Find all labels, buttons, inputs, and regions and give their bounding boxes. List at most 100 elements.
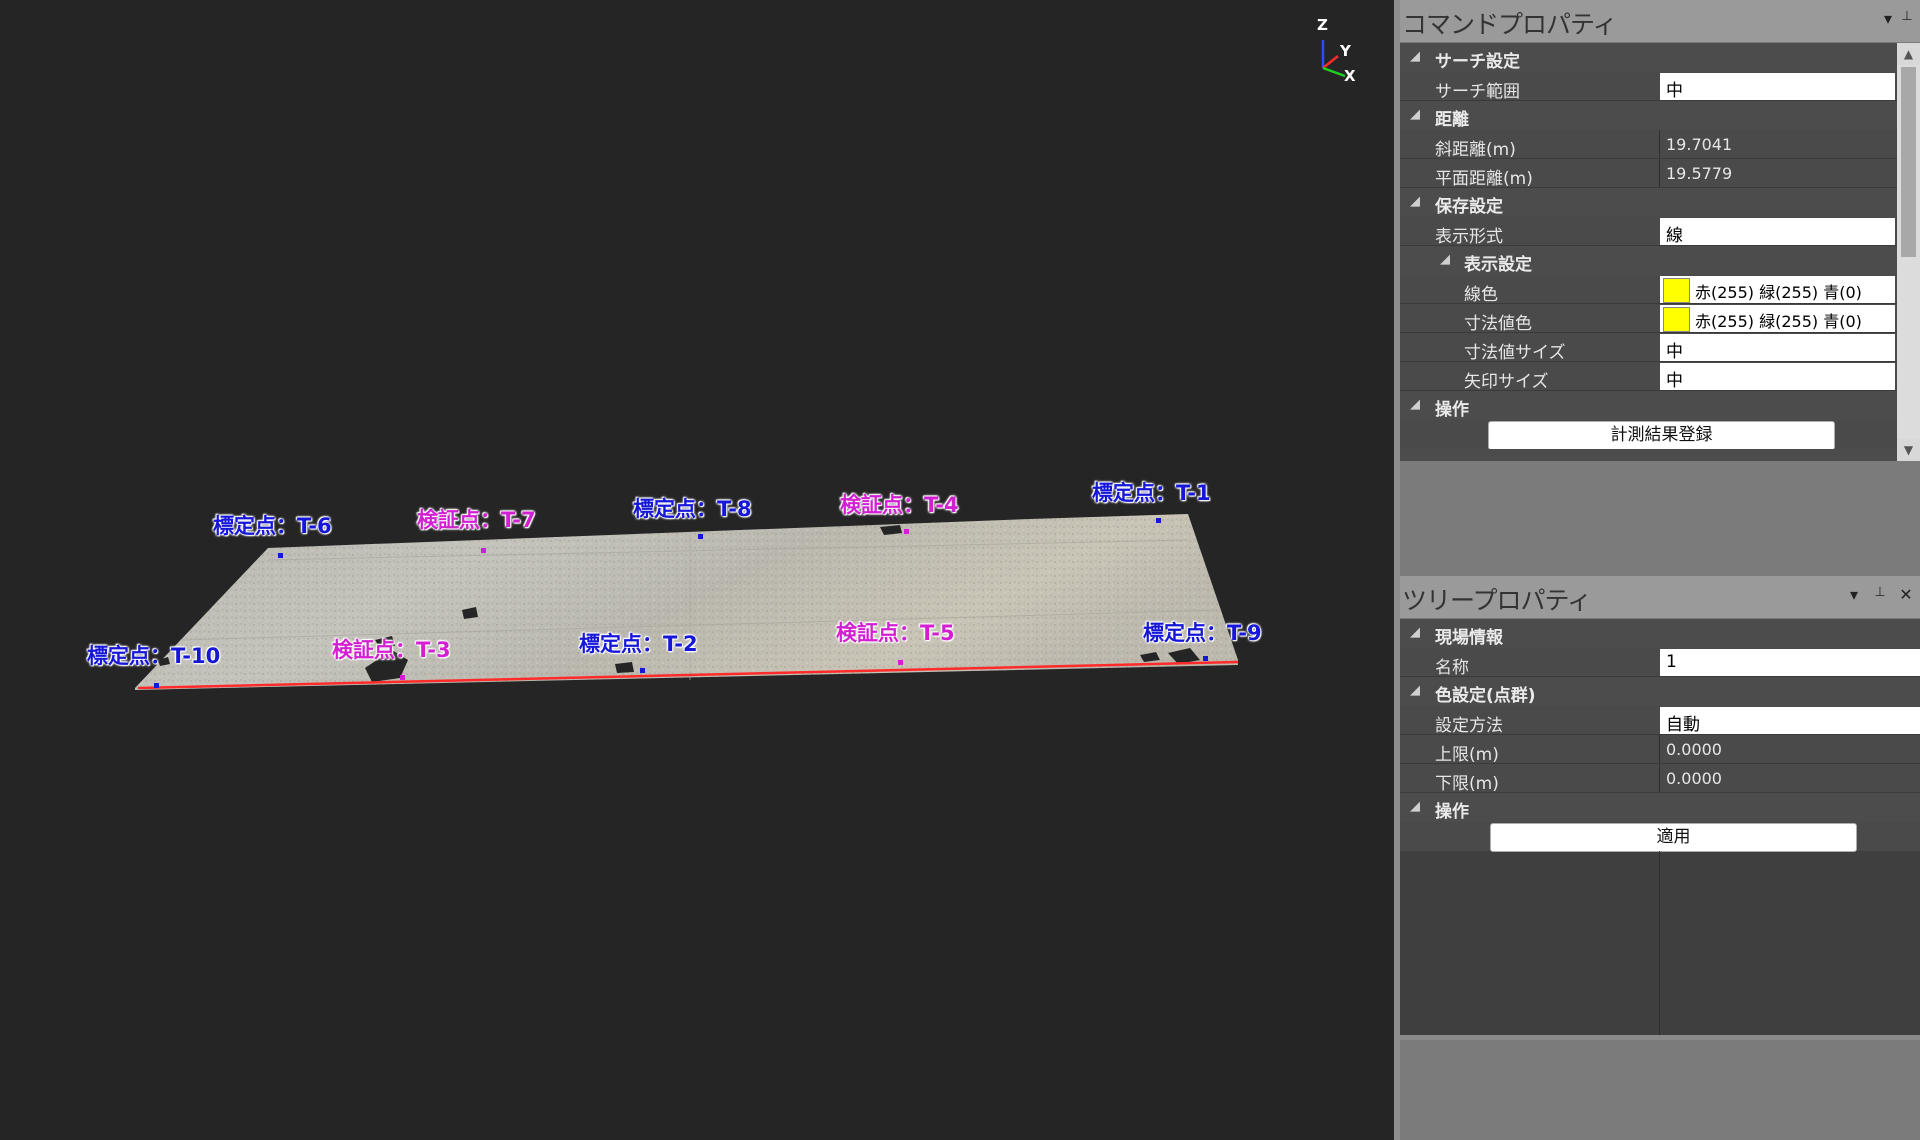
collapse-triangle-icon[interactable]: ◢	[1410, 683, 1424, 698]
point-cloud-canvas[interactable]: Z Y X	[0, 0, 1394, 1140]
label-t9: 標定点：T-9	[1143, 621, 1262, 645]
tree-panel-title: ツリープロパティ	[1402, 586, 1592, 615]
scroll-up-icon[interactable]: ▲	[1897, 43, 1920, 65]
prop-name: 設定方法	[1435, 716, 1503, 736]
collapse-triangle-icon[interactable]: ◢	[1410, 397, 1424, 412]
prop-apply: 適用	[1400, 822, 1920, 852]
collapse-triangle-icon[interactable]: ◢	[1440, 252, 1454, 267]
prop-value: 中	[1666, 342, 1683, 362]
arrow-size-field[interactable]: 中	[1660, 363, 1895, 391]
panel-bottom-separator	[1400, 1035, 1920, 1040]
marker-t3[interactable]	[400, 675, 405, 680]
search-range-field[interactable]: 中	[1660, 73, 1895, 101]
chevron-down-icon[interactable]: ▾	[1878, 9, 1898, 28]
apply-button[interactable]: 適用	[1490, 823, 1857, 852]
3d-viewport[interactable]: Z Y X 標定点：T-6 検証点：T-7 標定点：T-8 検証点：T-4 標定…	[0, 0, 1394, 1140]
category-operation[interactable]: ◢ 操作	[1400, 391, 1897, 420]
category-tree-operation[interactable]: ◢ 操作	[1400, 793, 1920, 822]
chevron-down-icon[interactable]: ▾	[1844, 585, 1864, 604]
category-label: 保存設定	[1435, 197, 1503, 217]
prop-slope-distance: 斜距離(m) 19.7041	[1400, 130, 1897, 160]
marker-t2[interactable]	[640, 668, 645, 673]
collapse-triangle-icon[interactable]: ◢	[1410, 625, 1424, 640]
prop-name: 寸法値色	[1464, 314, 1532, 334]
axis-z-label: Z	[1317, 16, 1328, 34]
category-label: サーチ設定	[1435, 52, 1520, 72]
pin-icon[interactable]: ⊥	[1897, 9, 1917, 24]
collapse-triangle-icon[interactable]: ◢	[1410, 107, 1424, 122]
label-t1: 標定点：T-1	[1092, 481, 1211, 505]
prop-line-color[interactable]: 線色 赤(255) 緑(255) 青(0)	[1400, 275, 1897, 305]
prop-value: 0.0000	[1666, 740, 1722, 759]
close-icon[interactable]: ✕	[1896, 585, 1916, 604]
color-swatch[interactable]	[1663, 278, 1690, 303]
label-t10: 標定点：T-10	[87, 644, 221, 668]
marker-t10[interactable]	[154, 683, 159, 688]
category-label: 現場情報	[1435, 628, 1503, 648]
prop-dim-color[interactable]: 寸法値色 赤(255) 緑(255) 青(0)	[1400, 304, 1897, 334]
prop-value: 19.5779	[1666, 164, 1733, 183]
prop-search-range[interactable]: サーチ範囲 中	[1400, 72, 1897, 102]
label-t4: 検証点：T-4	[840, 493, 959, 517]
category-site[interactable]: ◢ 現場情報	[1400, 619, 1920, 648]
collapse-triangle-icon[interactable]: ◢	[1410, 194, 1424, 209]
category-label: 表示設定	[1464, 255, 1532, 275]
category-partial	[1400, 449, 1897, 461]
tree-panel-header: ツリープロパティ ▾ ⊥ ✕	[1400, 576, 1920, 618]
prop-name: 表示形式	[1435, 227, 1503, 247]
prop-dim-size[interactable]: 寸法値サイズ 中	[1400, 333, 1897, 363]
prop-name: 下限(m)	[1435, 774, 1499, 794]
scroll-thumb[interactable]	[1901, 67, 1916, 257]
display-format-field[interactable]: 線	[1660, 218, 1895, 246]
dim-color-field[interactable]: 赤(255) 緑(255) 青(0)	[1660, 305, 1895, 332]
command-property-panel: コマンドプロパティ ▾ ⊥ ◢ サーチ設定 サーチ範囲 中 ◢ 距離 斜距離(m…	[1400, 0, 1920, 570]
prop-name: 上限(m)	[1435, 745, 1499, 765]
category-distance[interactable]: ◢ 距離	[1400, 101, 1897, 130]
prop-site-name[interactable]: 名称 1	[1400, 648, 1920, 678]
prop-value: 19.7041	[1666, 135, 1733, 154]
prop-color-method[interactable]: 設定方法 自動	[1400, 706, 1920, 736]
label-t2: 標定点：T-2	[579, 632, 698, 656]
marker-t6[interactable]	[278, 553, 283, 558]
collapse-triangle-icon[interactable]: ◢	[1410, 799, 1424, 814]
marker-t1[interactable]	[1156, 518, 1161, 523]
prop-value: 中	[1666, 81, 1683, 101]
command-panel-title: コマンドプロパティ	[1402, 10, 1618, 39]
tree-property-grid: ◢ 現場情報 名称 1 ◢ 色設定(点群) 設定方法 自動 上限(m) 0.00…	[1400, 619, 1920, 1035]
axis-gizmo: Z Y X	[1317, 16, 1356, 85]
category-label: 距離	[1435, 110, 1469, 130]
category-pointcloud-color[interactable]: ◢ 色設定(点群)	[1400, 677, 1920, 706]
lower-limit-value: 0.0000	[1660, 765, 1920, 792]
prop-display-format[interactable]: 表示形式 線	[1400, 217, 1897, 247]
prop-upper-limit: 上限(m) 0.0000	[1400, 735, 1920, 765]
marker-t4[interactable]	[904, 529, 909, 534]
label-t7: 検証点：T-7	[417, 508, 536, 532]
scroll-down-icon[interactable]: ▼	[1897, 439, 1920, 461]
category-save[interactable]: ◢ 保存設定	[1400, 188, 1897, 217]
dim-size-field[interactable]: 中	[1660, 334, 1895, 362]
register-result-button[interactable]: 計測結果登録	[1488, 421, 1835, 450]
tree-property-panel: ツリープロパティ ▾ ⊥ ✕ ◢ 現場情報 名称 1 ◢ 色設定(点群) 設定方…	[1400, 570, 1920, 1140]
pin-icon[interactable]: ⊥	[1870, 585, 1890, 600]
marker-t5[interactable]	[898, 660, 903, 665]
prop-name: 名称	[1435, 658, 1469, 678]
marker-t7[interactable]	[481, 548, 486, 553]
marker-t8[interactable]	[698, 534, 703, 539]
prop-arrow-size[interactable]: 矢印サイズ 中	[1400, 362, 1897, 392]
command-panel-header: コマンドプロパティ ▾ ⊥	[1400, 0, 1920, 42]
category-search[interactable]: ◢ サーチ設定	[1400, 43, 1897, 72]
line-color-field[interactable]: 赤(255) 緑(255) 青(0)	[1660, 276, 1895, 303]
color-swatch[interactable]	[1663, 307, 1690, 332]
marker-t9[interactable]	[1203, 656, 1208, 661]
command-grid-scrollbar[interactable]: ▲ ▼	[1897, 43, 1920, 461]
prop-lower-limit: 下限(m) 0.0000	[1400, 764, 1920, 794]
color-method-field[interactable]: 自動	[1660, 707, 1920, 735]
collapse-triangle-icon[interactable]: ◢	[1410, 49, 1424, 64]
category-display[interactable]: ◢ 表示設定	[1400, 246, 1897, 275]
prop-value: 自動	[1666, 715, 1700, 735]
upper-limit-value: 0.0000	[1660, 736, 1920, 763]
category-label: 操作	[1435, 400, 1469, 420]
category-label: 操作	[1435, 802, 1469, 822]
command-property-grid: ◢ サーチ設定 サーチ範囲 中 ◢ 距離 斜距離(m) 19.7041 平面距離…	[1400, 43, 1897, 461]
site-name-field[interactable]: 1	[1660, 649, 1920, 676]
